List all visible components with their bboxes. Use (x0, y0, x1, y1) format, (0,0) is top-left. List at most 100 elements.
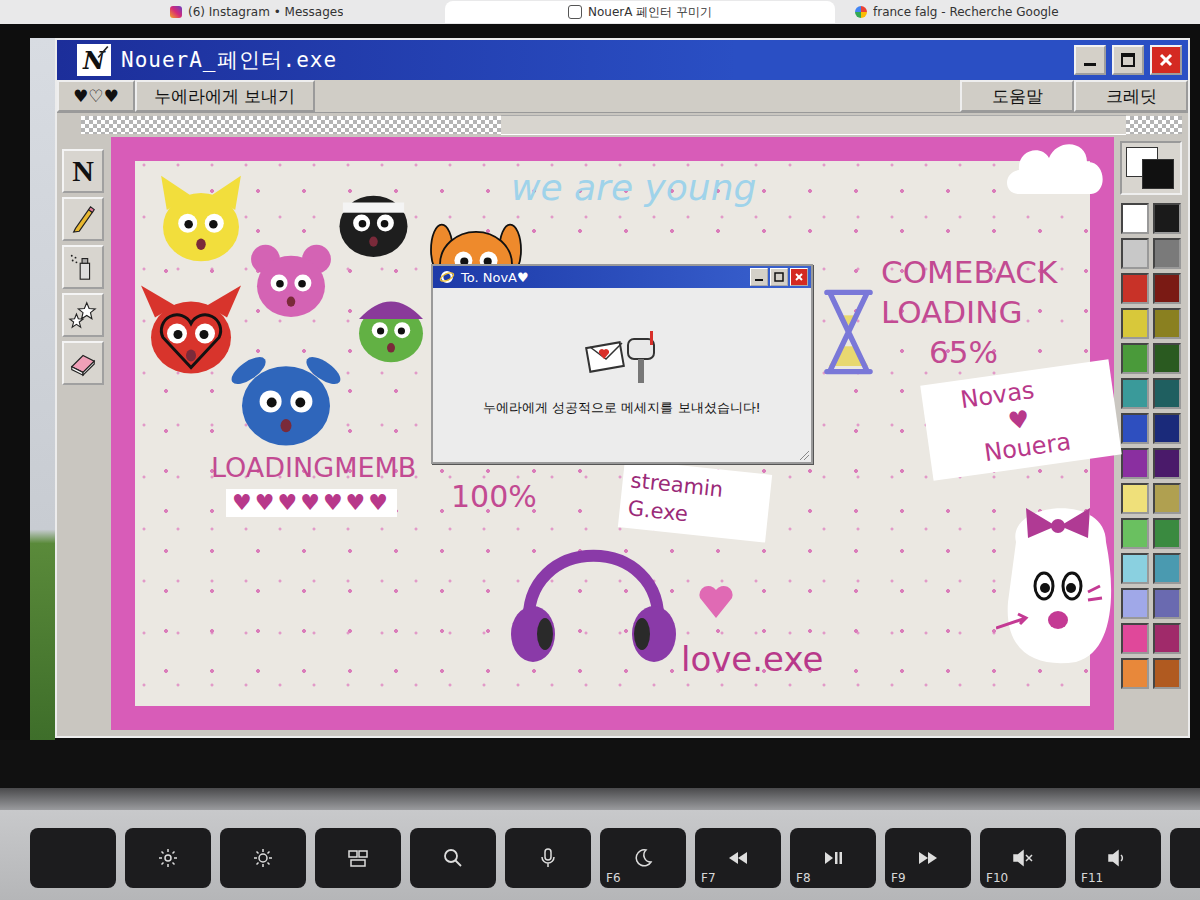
maximize-icon (773, 271, 785, 283)
key-icon (156, 846, 180, 870)
message-dialog: To. NovA♥ 누에라에게 성공적으로 메세지를 보내셨습니다! (431, 264, 813, 464)
color-swatch[interactable] (1153, 308, 1181, 339)
color-swatch[interactable] (1121, 273, 1149, 304)
keyboard-key[interactable]: F7 (695, 828, 781, 888)
close-button[interactable] (1150, 45, 1182, 75)
keyboard-key[interactable] (410, 828, 496, 888)
app-window: N NouerA_페인터.exe ♥♡♥누에라에게 보내기 도움말크레딧 Nwe are… (55, 38, 1190, 738)
app-logo-letter: N (83, 46, 105, 75)
keyboard-key[interactable] (30, 828, 116, 888)
favicon-icon (170, 6, 182, 18)
key-label: F7 (701, 871, 716, 885)
color-swatch[interactable] (1121, 343, 1149, 374)
minimize-icon (753, 271, 765, 283)
key-icon (251, 846, 275, 870)
dialog-message: 누에라에게 성공적으로 메세지를 보내셨습니다! (483, 399, 761, 417)
key-icon (726, 846, 750, 870)
keyboard-key[interactable]: F11 (1075, 828, 1161, 888)
cloud-drawing (1001, 132, 1111, 207)
close-button[interactable] (790, 268, 808, 286)
hourglass-icon (821, 287, 876, 377)
foreground-color-swatch[interactable] (1142, 159, 1174, 189)
browser-tab[interactable]: france falg - Recherche Google (845, 1, 1200, 23)
workspace: Nwe are youngLOADINGMEMB♥♥♥♥♥♥♥100%COMEB… (57, 137, 1188, 736)
color-swatch[interactable] (1153, 588, 1181, 619)
color-swatch[interactable] (1121, 588, 1149, 619)
color-swatch[interactable] (1121, 203, 1149, 234)
strip-track (501, 115, 1126, 135)
member-drawing (151, 172, 251, 267)
window-title: NouerA_페인터.exe (121, 46, 1064, 74)
laptop-hinge (0, 788, 1200, 810)
keyboard-key[interactable]: F6 (600, 828, 686, 888)
menu-item[interactable]: 크레딧 (1074, 80, 1188, 112)
keyboard-key[interactable]: F9 (885, 828, 971, 888)
menu-item[interactable]: 누에라에게 보내기 (135, 80, 315, 112)
key-icon (61, 846, 85, 870)
mailbox-icon (582, 325, 662, 385)
color-swatch[interactable] (1153, 483, 1181, 514)
keyboard-key[interactable]: F10 (980, 828, 1066, 888)
color-swatch[interactable] (1121, 483, 1149, 514)
dialog-title: To. NovA♥ (461, 270, 744, 285)
key-icon (346, 846, 370, 870)
dialog-title-bar[interactable]: To. NovA♥ (433, 266, 811, 288)
menu-item[interactable]: 도움말 (960, 80, 1074, 112)
color-swatch[interactable] (1153, 518, 1181, 549)
desktop-background (30, 38, 55, 740)
member-drawing (246, 237, 336, 322)
tab-label: (6) Instagram • Messages (188, 5, 343, 19)
maximize-button[interactable] (1112, 45, 1144, 75)
tool-button[interactable] (62, 293, 104, 337)
key-label: F10 (986, 871, 1008, 885)
favicon-icon (855, 6, 867, 18)
keyboard-key[interactable] (125, 828, 211, 888)
key-icon (631, 846, 655, 870)
browser-tab[interactable]: NouerA 페인터 꾸미기 (445, 1, 835, 23)
color-swatch[interactable] (1121, 413, 1149, 444)
sticky-note: streaminG.exe (618, 459, 772, 542)
browser-tab[interactable]: (6) Instagram • Messages (160, 1, 435, 23)
tool-button[interactable]: N (62, 149, 104, 193)
color-swatch[interactable] (1121, 658, 1149, 689)
color-swatch[interactable] (1121, 518, 1149, 549)
drawing-canvas[interactable]: we are youngLOADINGMEMB♥♥♥♥♥♥♥100%COMEBA… (111, 137, 1114, 730)
ghost-drawing (996, 482, 1121, 672)
color-swatch[interactable] (1121, 238, 1149, 269)
keyboard-key[interactable] (315, 828, 401, 888)
color-swatch[interactable] (1121, 378, 1149, 409)
maximize-button[interactable] (770, 268, 788, 286)
color-swatch[interactable] (1153, 378, 1181, 409)
color-swatch[interactable] (1153, 553, 1181, 584)
window-controls (1074, 45, 1182, 75)
keyboard-key[interactable] (220, 828, 306, 888)
color-swatch[interactable] (1153, 343, 1181, 374)
tool-button[interactable] (62, 197, 104, 241)
keyboard-key[interactable]: F8 (790, 828, 876, 888)
resize-grip-icon[interactable] (798, 449, 810, 461)
color-swatch[interactable] (1153, 623, 1181, 654)
menu-item[interactable]: ♥♡♥ (57, 80, 135, 112)
key-label: F9 (891, 871, 906, 885)
color-swatch[interactable] (1153, 273, 1181, 304)
keyboard-key[interactable] (1170, 828, 1200, 888)
color-swatch[interactable] (1153, 448, 1181, 479)
tool-button[interactable] (62, 245, 104, 289)
color-swatch[interactable] (1153, 203, 1181, 234)
title-bar[interactable]: N NouerA_페인터.exe (57, 40, 1188, 80)
heart-progress-bar: ♥♥♥♥♥♥♥ (226, 489, 397, 517)
minimize-button[interactable] (750, 268, 768, 286)
color-swatch[interactable] (1121, 623, 1149, 654)
key-icon (536, 846, 560, 870)
color-swatch[interactable] (1121, 448, 1149, 479)
color-swatch[interactable] (1153, 413, 1181, 444)
color-swatch[interactable] (1153, 238, 1181, 269)
color-swatch[interactable] (1121, 308, 1149, 339)
color-swatch[interactable] (1121, 553, 1149, 584)
close-icon (793, 271, 805, 283)
tab-label: france falg - Recherche Google (873, 5, 1059, 19)
color-swatch[interactable] (1153, 658, 1181, 689)
tool-button[interactable] (62, 341, 104, 385)
minimize-button[interactable] (1074, 45, 1106, 75)
keyboard-key[interactable] (505, 828, 591, 888)
